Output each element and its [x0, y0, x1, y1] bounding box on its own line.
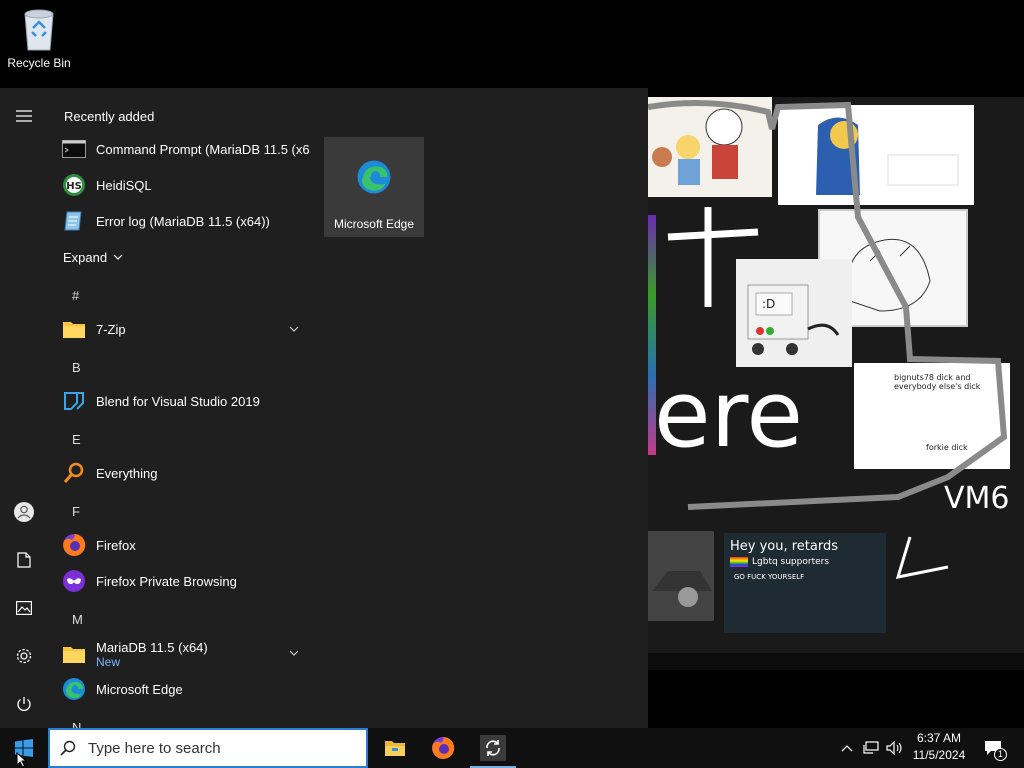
action-center-button[interactable]: 1	[978, 728, 1008, 768]
chevron-down-icon	[289, 650, 299, 656]
folder-icon	[62, 642, 86, 666]
start-rail	[0, 88, 48, 728]
app-item-firefox[interactable]: Firefox	[48, 527, 310, 563]
app-item-label: Command Prompt (MariaDB 11.5 (x64))	[96, 141, 310, 157]
chevron-down-icon	[289, 326, 299, 332]
search-icon	[60, 740, 76, 756]
recently-added-heading: Recently added	[64, 109, 155, 124]
group-letter-f[interactable]: F	[72, 504, 80, 519]
app-item-blend[interactable]: Blend for Visual Studio 2019	[48, 383, 310, 419]
expand-button[interactable]: Expand	[48, 239, 310, 275]
search-box[interactable]: Type here to search	[48, 728, 368, 768]
app-item-everything[interactable]: Everything	[48, 455, 310, 491]
tile-microsoft-edge[interactable]: Microsoft Edge	[324, 137, 424, 237]
taskbar-firefox[interactable]	[420, 728, 466, 768]
app-item-firefox-private[interactable]: Firefox Private Browsing	[48, 563, 310, 599]
picture-icon	[16, 601, 32, 615]
group-letter-e[interactable]: E	[72, 432, 81, 447]
taskbar: Type here to search 6:37 AM 11/5/2024 1	[0, 728, 1024, 768]
mariadb-folder-label: MariaDB 11.5 (x64)	[96, 639, 208, 655]
folder-icon	[62, 317, 86, 341]
firefox-icon	[432, 736, 455, 759]
sync-icon	[486, 740, 500, 756]
hamburger-menu-button[interactable]	[0, 92, 48, 140]
command-prompt-icon	[62, 137, 86, 161]
mouse-cursor-icon	[16, 752, 28, 768]
recycle-bin-icon	[19, 6, 59, 52]
desktop-icon-label: Recycle Bin	[7, 56, 71, 70]
start-menu: Recently added Command Prompt (MariaDB 1…	[0, 88, 648, 728]
app-item-microsoft-edge[interactable]: Microsoft Edge	[48, 671, 310, 707]
firefox-icon	[62, 533, 86, 557]
network-button[interactable]	[860, 728, 882, 768]
app-item-label: Microsoft Edge	[96, 681, 183, 697]
app-item-mariadb[interactable]: MariaDB 11.5 (x64) New	[48, 635, 310, 673]
private-browsing-icon	[62, 569, 86, 593]
notification-count-badge: 1	[994, 748, 1007, 761]
app-item-error-log[interactable]: Error log (MariaDB 11.5 (x64))	[48, 203, 310, 239]
app-item-label: Firefox Private Browsing	[96, 573, 237, 589]
app-item-label: Blend for Visual Studio 2019	[96, 393, 260, 409]
new-badge: New	[96, 654, 121, 669]
clock-date: 11/5/2024	[912, 748, 966, 762]
search-placeholder: Type here to search	[88, 739, 221, 757]
app-item-label: MariaDB 11.5 (x64) New	[96, 640, 208, 669]
hamburger-icon	[16, 110, 32, 122]
clock-time: 6:37 AM	[916, 731, 962, 745]
show-hidden-icons-button[interactable]	[838, 728, 856, 768]
app-item-label: HeidiSQL	[96, 177, 152, 193]
gear-icon	[16, 648, 32, 664]
settings-button[interactable]	[0, 632, 48, 680]
pictures-button[interactable]	[0, 584, 48, 632]
group-letter-hash[interactable]: #	[72, 288, 79, 303]
tile-label: Microsoft Edge	[333, 217, 415, 231]
error-log-icon	[62, 209, 86, 233]
edge-icon	[62, 677, 86, 701]
power-button[interactable]	[0, 680, 48, 728]
wallpaper-collage: :D bignuts78 dick and everybody else's d…	[648, 97, 1024, 670]
desktop-icon-recycle-bin[interactable]: Recycle Bin	[4, 6, 74, 70]
sync-app-tile	[480, 735, 506, 761]
wallpaper-vm-tag: VM6	[944, 481, 1010, 516]
app-item-label: Everything	[96, 465, 158, 481]
volume-button[interactable]	[884, 728, 906, 768]
chevron-down-icon	[113, 254, 123, 260]
app-item-command-prompt[interactable]: Command Prompt (MariaDB 11.5 (x64))	[48, 131, 310, 167]
app-list: Recently added Command Prompt (MariaDB 1…	[48, 88, 310, 728]
network-icon	[863, 741, 879, 754]
app-item-label: 7-Zip	[96, 321, 126, 337]
speaker-icon	[886, 741, 902, 755]
clock[interactable]: 6:37 AM 11/5/2024	[908, 731, 970, 762]
expand-label: Expand	[63, 249, 108, 265]
blend-icon	[62, 389, 86, 413]
taskbar-file-explorer[interactable]	[372, 728, 418, 768]
edge-icon	[357, 160, 391, 194]
svg-text:HS: HS	[66, 181, 82, 192]
power-icon	[17, 697, 31, 711]
user-account-button[interactable]	[0, 488, 48, 536]
chevron-up-icon	[841, 745, 853, 752]
app-item-7-zip[interactable]: 7-Zip	[48, 311, 310, 347]
app-item-label: Error log (MariaDB 11.5 (x64))	[96, 213, 270, 229]
app-item-label: Firefox	[96, 537, 136, 553]
user-avatar-icon	[14, 502, 34, 522]
app-item-heidisql[interactable]: HS HeidiSQL	[48, 167, 310, 203]
document-icon	[17, 552, 31, 568]
magnifier-icon	[62, 461, 86, 485]
heidisql-icon: HS	[62, 173, 86, 197]
group-letter-m[interactable]: M	[72, 612, 83, 627]
taskbar-sync-app[interactable]	[470, 728, 516, 768]
group-letter-b[interactable]: B	[72, 360, 81, 375]
file-explorer-icon	[385, 741, 405, 756]
tile-icon-wrap	[356, 137, 392, 217]
wallpaper-big-word: ere	[654, 361, 804, 468]
documents-button[interactable]	[0, 536, 48, 584]
group-letter-n[interactable]: N	[72, 720, 81, 728]
